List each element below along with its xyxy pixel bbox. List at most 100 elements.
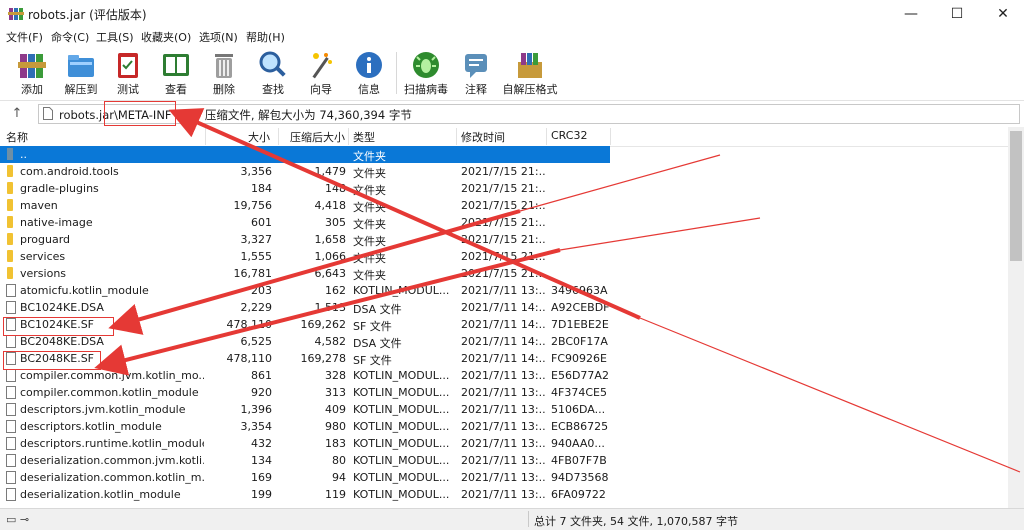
column-divider[interactable] (610, 128, 611, 145)
column-header-row: 名称 大小 压缩后大小 类型 修改时间 CRC32 (0, 127, 1008, 147)
column-packed-size[interactable]: 压缩后大小 (290, 129, 345, 145)
list-row[interactable]: deserialization.common.kotlin_m... 169 9… (0, 469, 610, 486)
row-packed-size: 169,278 (300, 352, 347, 365)
status-bar: ▭ ⊸ 总计 7 文件夹, 54 文件, 1,070,587 字节 (0, 508, 1024, 530)
list-row[interactable]: descriptors.kotlin_module 3,354 980 KOTL… (0, 418, 610, 435)
books-add-icon (18, 54, 46, 78)
row-modified: 2021/7/11 13:... (461, 403, 545, 416)
minimize-button[interactable]: — (888, 0, 934, 28)
column-divider[interactable] (456, 128, 457, 145)
extract-to-button[interactable]: 解压到 (57, 48, 105, 98)
list-row[interactable]: services 1,555 1,066 文件夹 2021/7/15 21:..… (0, 248, 610, 265)
menu-tools[interactable]: 工具(S) (96, 29, 134, 45)
list-row[interactable]: BC1024KE.DSA 2,229 1,513 DSA 文件 2021/7/1… (0, 299, 610, 316)
list-row[interactable]: maven 19,756 4,418 文件夹 2021/7/15 21:... (0, 197, 610, 214)
column-size[interactable]: 大小 (248, 129, 270, 145)
delete-button[interactable]: 删除 (200, 48, 248, 98)
list-row[interactable]: versions 16,781 6,643 文件夹 2021/7/15 21:.… (0, 265, 610, 282)
info-label: 信息 (358, 83, 380, 96)
wizard-button[interactable]: 向导 (297, 48, 345, 98)
wand-wizard-icon (312, 53, 332, 79)
list-row[interactable]: descriptors.runtime.kotlin_module 432 18… (0, 435, 610, 452)
row-packed-size: 183 (325, 437, 346, 450)
list-row[interactable]: deserialization.kotlin_module 199 119 KO… (0, 486, 610, 503)
row-size: 3,327 (240, 233, 273, 246)
row-packed-size: 328 (325, 369, 346, 382)
column-divider[interactable] (546, 128, 547, 145)
maximize-button[interactable]: ☐ (934, 0, 980, 28)
add-label: 添加 (21, 83, 43, 96)
row-type: KOTLIN_MODUL... (353, 284, 450, 297)
list-row[interactable]: compiler.common.kotlin_module 920 313 KO… (0, 384, 610, 401)
file-icon (6, 454, 16, 467)
find-button[interactable]: 查找 (249, 48, 297, 98)
row-name: native-image (20, 216, 93, 229)
row-name: BC1024KE.DSA (20, 301, 104, 314)
list-row[interactable]: deserialization.common.jvm.kotli... 134 … (0, 452, 610, 469)
row-type: DSA 文件 (353, 337, 402, 350)
row-modified: 2021/7/15 21:... (461, 182, 545, 195)
scan-virus-label: 扫描病毒 (404, 83, 448, 96)
row-name: compiler.common.jvm.kotlin_mo... (20, 369, 204, 382)
magnifier-find-icon (259, 51, 286, 77)
menu-command[interactable]: 命令(C) (51, 29, 89, 45)
row-type: KOTLIN_MODUL... (353, 386, 450, 399)
list-row[interactable]: descriptors.jvm.kotlin_module 1,396 409 … (0, 401, 610, 418)
list-row[interactable]: gradle-plugins 184 148 文件夹 2021/7/15 21:… (0, 180, 610, 197)
column-divider[interactable] (278, 128, 279, 145)
row-modified: 2021/7/15 21:... (461, 216, 545, 229)
column-modified[interactable]: 修改时间 (461, 129, 505, 145)
menu-help[interactable]: 帮助(H) (246, 29, 285, 45)
row-packed-size: 162 (325, 284, 346, 297)
up-arrow-icon[interactable]: ↑ (6, 104, 28, 124)
wizard-label: 向导 (310, 83, 332, 96)
menu-options[interactable]: 选项(N) (199, 29, 238, 45)
row-modified: 2021/7/11 13:... (461, 420, 545, 433)
column-divider[interactable] (348, 128, 349, 145)
column-name[interactable]: 名称 (6, 129, 28, 145)
list-row[interactable]: proguard 3,327 1,658 文件夹 2021/7/15 21:..… (0, 231, 610, 248)
row-crc32: 7D1EBE2E (551, 318, 609, 331)
list-row[interactable]: com.android.tools 3,356 1,479 文件夹 2021/7… (0, 163, 610, 180)
vertical-scrollbar[interactable] (1008, 127, 1024, 508)
address-field[interactable]: robots.jar\META-INF - ZIP 压缩文件, 解包大小为 74… (38, 104, 1020, 124)
menu-favorites[interactable]: 收藏夹(O) (141, 29, 191, 45)
scrollbar-thumb[interactable] (1010, 131, 1022, 261)
comment-button[interactable]: 注释 (452, 48, 500, 98)
row-name: compiler.common.kotlin_module (20, 386, 199, 399)
row-modified: 2021/7/15 21:... (461, 250, 545, 263)
row-modified: 2021/7/11 13:... (461, 284, 545, 297)
row-packed-size: 169,262 (300, 318, 347, 331)
test-label: 测试 (117, 83, 139, 96)
scan-virus-button[interactable]: 扫描病毒 (400, 48, 452, 98)
view-button[interactable]: 查看 (152, 48, 200, 98)
column-type[interactable]: 类型 (353, 129, 375, 145)
test-button[interactable]: 测试 (104, 48, 152, 98)
clipboard-test-icon (118, 53, 138, 78)
toolbar: 添加 解压到 测试 查看 删除 查找 向导 信息 扫描病毒 注释 自解压格式 (0, 46, 1024, 100)
row-size: 601 (251, 216, 272, 229)
row-modified: 2021/7/11 13:... (461, 386, 545, 399)
info-button[interactable]: 信息 (345, 48, 393, 98)
sfx-button[interactable]: 自解压格式 (500, 48, 560, 98)
column-crc32[interactable]: CRC32 (551, 129, 587, 142)
drive-key-icon[interactable]: ▭ ⊸ (6, 513, 29, 526)
row-type: 文件夹 (353, 269, 386, 282)
menu-file[interactable]: 文件(F) (6, 29, 43, 45)
row-modified: 2021/7/15 21:... (461, 165, 545, 178)
row-packed-size: 313 (325, 386, 346, 399)
row-type: DSA 文件 (353, 303, 402, 316)
row-size: 184 (251, 182, 272, 195)
add-button[interactable]: 添加 (8, 48, 56, 98)
list-row-parent[interactable]: .. 文件夹 (0, 146, 610, 163)
row-packed-size: 80 (332, 454, 346, 467)
row-name: deserialization.common.kotlin_m... (20, 471, 204, 484)
file-icon (6, 301, 16, 314)
column-divider[interactable] (205, 128, 206, 145)
row-packed-size: 305 (325, 216, 346, 229)
list-row[interactable]: native-image 601 305 文件夹 2021/7/15 21:..… (0, 214, 610, 231)
close-button[interactable]: ✕ (980, 0, 1024, 28)
list-row[interactable]: atomicfu.kotlin_module 203 162 KOTLIN_MO… (0, 282, 610, 299)
row-type: 文件夹 (353, 235, 386, 248)
row-modified: 2021/7/11 13:... (461, 488, 545, 501)
